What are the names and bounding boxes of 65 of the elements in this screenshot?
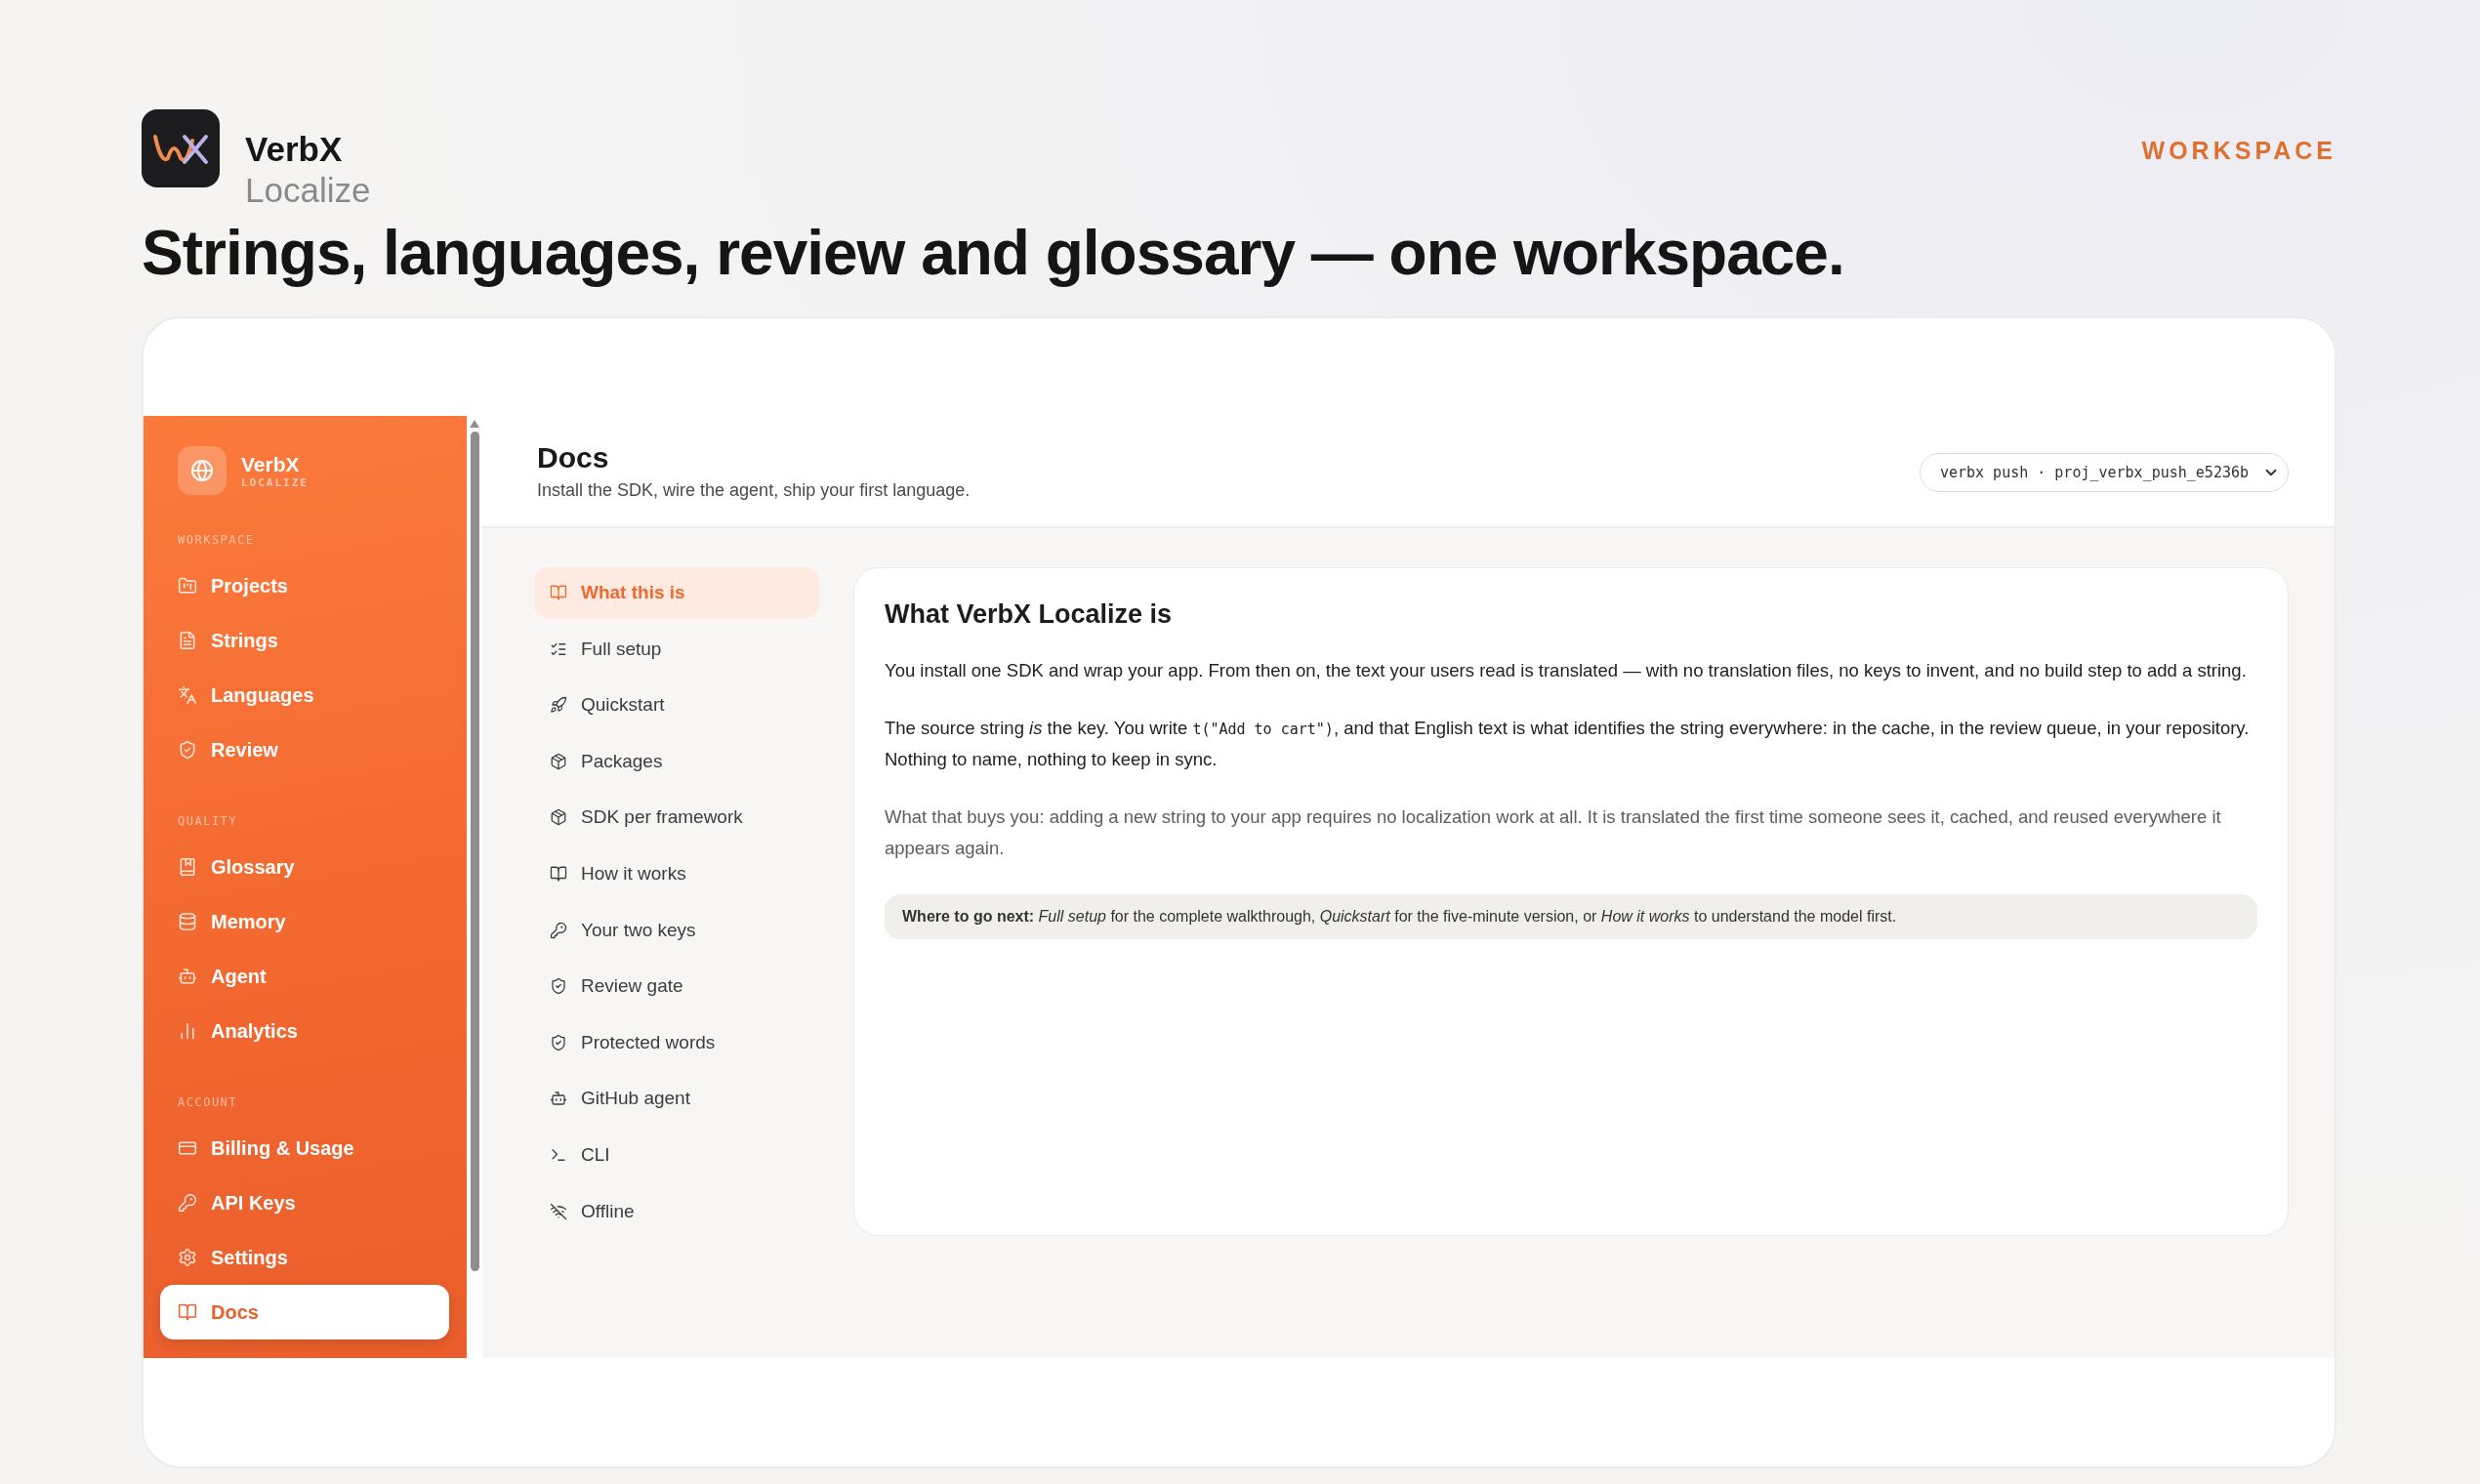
scroll-up-arrow-icon[interactable] <box>470 420 479 428</box>
article-paragraph: You install one SDK and wrap your app. From then on, the text your users read is translated — with no translation files, no keys to invent, and no build step to add a string. <box>885 659 2248 682</box>
database-icon <box>178 912 197 931</box>
bar-chart-icon <box>178 1021 197 1041</box>
sidebar-brand-product: LOCALIZE <box>241 475 309 489</box>
sidebar-item[interactable]: Agent <box>160 949 449 1004</box>
headline: Strings, languages, review and glossary — one workspace. <box>142 217 1845 289</box>
section-label: WORKSPACE <box>2141 137 2336 165</box>
rocket-icon <box>550 696 567 715</box>
globe-icon <box>178 446 227 495</box>
book-open-icon <box>550 584 567 601</box>
article-paragraph: The source string is the key. You write t("Add to cart"), and that English text is what identifies the string everywhere: in the cache, in the review queue, in your repository. Nothing to name, nothing to keep in sync. <box>885 717 2251 771</box>
docs-nav-item[interactable]: Your two keys <box>534 904 819 956</box>
sidebar-section-label: WORKSPACE <box>177 533 256 547</box>
page-title: Docs <box>537 441 610 474</box>
sidebar-item[interactable]: Projects <box>160 558 449 613</box>
docs-nav-item[interactable]: GitHub agent <box>534 1073 819 1125</box>
brand-name: VerbX <box>245 129 344 170</box>
sidebar-item[interactable]: Docs <box>160 1285 449 1340</box>
docs-nav-item[interactable]: What this is <box>534 567 819 618</box>
robot-icon <box>550 1090 567 1108</box>
sidebar-section-label: ACCOUNT <box>177 1095 239 1109</box>
sidebar-item[interactable]: Memory <box>160 894 449 949</box>
folder-icon <box>178 576 197 596</box>
docs-nav-item[interactable]: Packages <box>534 735 819 787</box>
sidebar-item[interactable]: API Keys <box>160 1175 449 1230</box>
sidebar-brand-name: VerbX <box>241 452 301 476</box>
page-subtitle: Install the SDK, wire the agent, ship your first language. <box>537 480 971 501</box>
shield-check-icon <box>550 1033 567 1051</box>
wifi-off-icon <box>550 1202 567 1220</box>
docs-nav-item[interactable]: SDK per framework <box>534 792 819 844</box>
translate-icon <box>178 685 197 705</box>
book-icon <box>178 857 197 877</box>
key-icon <box>178 1193 197 1213</box>
shield-check-icon <box>550 977 567 996</box>
book-open-icon <box>550 864 567 883</box>
document-icon <box>178 631 197 650</box>
book-open-icon <box>178 1302 197 1322</box>
project-select[interactable]: verbx push · proj_verbx_push_e5236b <box>1919 453 2289 492</box>
settings-icon <box>178 1248 197 1267</box>
brand-product: Localize <box>245 170 371 211</box>
docs-nav-item[interactable]: CLI <box>534 1129 819 1180</box>
sidebar-item[interactable]: Strings <box>160 613 449 668</box>
sidebar-item[interactable]: Settings <box>160 1230 449 1285</box>
sidebar-item[interactable]: Languages <box>160 668 449 722</box>
sidebar-item[interactable]: Analytics <box>160 1004 449 1058</box>
package-icon <box>550 808 567 827</box>
callout-note: Where to go next: Full setup for the complete walkthrough, Quickstart for the five-minute version, or How it works to understand the model first. <box>885 894 2257 940</box>
key-icon <box>550 921 567 939</box>
docs-nav-item[interactable]: How it works <box>534 847 819 899</box>
sidebar-item[interactable]: Review <box>160 722 449 777</box>
sidebar-item[interactable]: Billing & Usage <box>160 1121 449 1175</box>
sidebar-item[interactable]: Glossary <box>160 840 449 894</box>
docs-nav-item[interactable]: Quickstart <box>534 680 819 731</box>
article-title: What VerbX Localize is <box>885 599 1174 630</box>
docs-nav-item[interactable]: Offline <box>534 1185 819 1237</box>
package-icon <box>550 752 567 770</box>
credit-card-icon <box>178 1138 197 1158</box>
docs-nav-item[interactable]: Review gate <box>534 961 819 1012</box>
shield-check-icon <box>178 740 197 760</box>
article-paragraph: What that buys you: adding a new string to your app requires no localization work at all. It is translated the first time someone sees it, cached, and reused everywhere it appears again. <box>885 805 2222 860</box>
robot-icon <box>178 967 197 986</box>
docs-nav-item[interactable]: Full setup <box>534 623 819 675</box>
docs-nav-item[interactable]: Protected words <box>534 1016 819 1068</box>
sidebar-section-label: QUALITY <box>177 814 239 828</box>
